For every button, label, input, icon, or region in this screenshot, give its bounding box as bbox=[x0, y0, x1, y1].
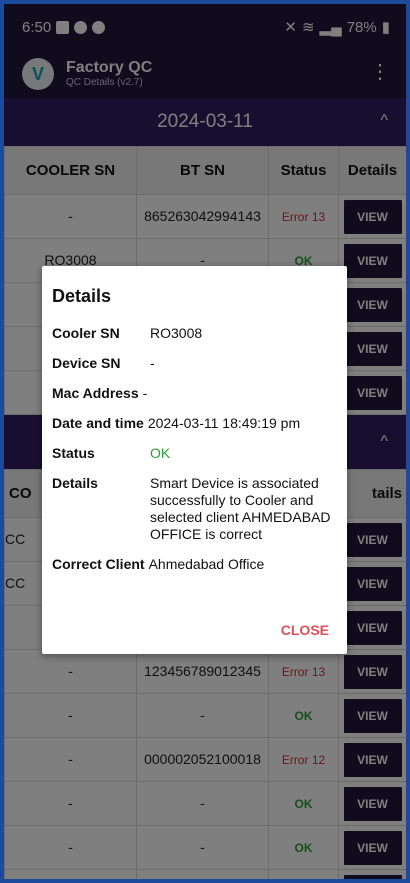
detail-label: Cooler SN bbox=[52, 325, 120, 341]
detail-value: 2024-03-11 18:49:19 pm bbox=[147, 415, 301, 431]
detail-row: Date and time 2024-03-11 18:49:19 pm bbox=[52, 415, 337, 432]
detail-value: Smart Device is associated successfully … bbox=[150, 475, 331, 542]
detail-value: - bbox=[142, 385, 148, 401]
detail-label: Date and time bbox=[52, 415, 144, 431]
detail-value: OK bbox=[150, 445, 171, 461]
detail-value: RO3008 bbox=[150, 325, 203, 341]
details-dialog: Details Cooler SN RO3008 Device SN - Mac Add… bbox=[42, 266, 347, 654]
detail-value: - bbox=[150, 355, 155, 371]
phone-screen: 6:50 ✕ ≋ ▂▄ 78% ▮ V Factory QC QC Detail… bbox=[4, 4, 406, 879]
detail-row: Mac Address - bbox=[52, 385, 337, 402]
close-button[interactable]: CLOSE bbox=[281, 622, 329, 638]
detail-label: Device SN bbox=[52, 355, 121, 371]
dialog-title: Details bbox=[52, 286, 112, 306]
detail-row: Device SN - bbox=[52, 355, 337, 372]
detail-label: Details bbox=[52, 475, 98, 491]
detail-label: Correct Client bbox=[52, 556, 145, 572]
detail-label: Status bbox=[52, 445, 95, 461]
detail-row: Correct Client Ahmedabad Office bbox=[52, 556, 337, 573]
detail-label: Mac Address bbox=[52, 385, 139, 401]
detail-row: Cooler SN RO3008 bbox=[52, 325, 337, 342]
detail-value: Ahmedabad Office bbox=[148, 556, 265, 572]
detail-row: Status OK bbox=[52, 445, 337, 462]
detail-row: Details Smart Device is associated succes… bbox=[52, 475, 337, 543]
